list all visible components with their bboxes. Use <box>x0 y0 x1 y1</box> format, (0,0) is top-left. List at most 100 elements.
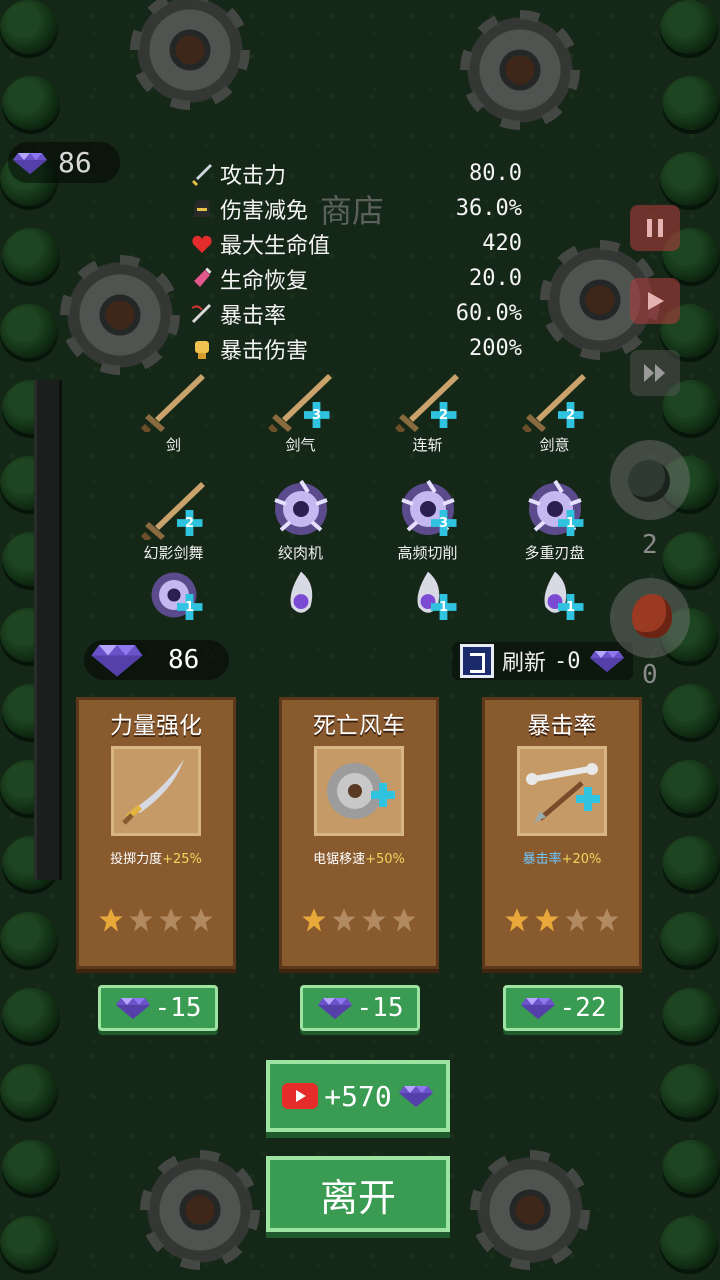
gem-icon <box>12 151 48 175</box>
purple-saw-icon: 1 <box>139 566 209 624</box>
purple-saw-icon: 3 <box>393 478 463 540</box>
meat-count: 0 <box>642 660 658 690</box>
star-rating <box>79 906 233 934</box>
skill-multi-blade[interactable]: 1 多重刃盘 <box>491 478 618 568</box>
skill-meat-grinder[interactable]: 绞肉机 <box>237 478 364 568</box>
sword-icon: 2 <box>139 478 209 543</box>
star-rating <box>485 906 639 934</box>
passive-orb[interactable] <box>237 566 364 628</box>
pause-button[interactable] <box>630 205 680 251</box>
passive-orb[interactable]: 1 <box>491 566 618 628</box>
top-gem-counter: 86 <box>8 142 120 183</box>
ad-reward-amount: +570 <box>324 1079 392 1113</box>
star-empty-icon <box>565 908 589 932</box>
card-title: 暴击率 <box>527 713 597 739</box>
upgrade-card-death-windmill[interactable]: 死亡风车 电锯移速+50% <box>279 697 439 969</box>
gem-icon <box>317 996 353 1020</box>
play-icon <box>648 292 664 310</box>
pause-icon <box>647 219 663 237</box>
skill-sword-qi[interactable]: 3 剑气 <box>237 370 364 460</box>
stat-row-crit-rate: 暴击率 60.0% <box>188 296 522 331</box>
buy-button-death-windmill[interactable]: -15 <box>300 985 420 1031</box>
gem-icon <box>520 996 556 1020</box>
orb-icon: 1 <box>520 566 590 624</box>
sword-icon: 2 <box>520 370 590 435</box>
stats-panel: 攻击力 80.0 伤害减免 36.0% 最大生命值 420 生命恢复 20.0 … <box>188 156 522 366</box>
orb-icon: 1 <box>393 566 463 624</box>
level-badge: 1 <box>431 594 457 620</box>
level-badge: 1 <box>558 594 584 620</box>
purple-saw-icon: 1 <box>520 478 590 540</box>
level-badge: 1 <box>177 594 203 620</box>
bomb-icon[interactable] <box>610 440 690 520</box>
leave-button[interactable]: 离开 <box>266 1156 450 1232</box>
refresh-icon <box>460 644 494 678</box>
card-title: 力量强化 <box>110 713 202 739</box>
top-gem-count: 86 <box>58 146 92 179</box>
bomb-count: 2 <box>642 530 658 560</box>
star-empty-icon <box>159 908 183 932</box>
fist-icon <box>188 335 216 363</box>
stat-row-max-hp: 最大生命值 420 <box>188 226 522 261</box>
passive-saw[interactable]: 1 <box>110 566 237 628</box>
star-filled-icon <box>505 908 529 932</box>
star-empty-icon <box>392 908 416 932</box>
orb-icon <box>266 566 336 624</box>
meat-icon[interactable] <box>610 578 690 658</box>
gem-icon <box>90 642 144 678</box>
skill-phantom-sword-dance[interactable]: 2 幻影剑舞 <box>110 478 237 568</box>
play-button[interactable] <box>630 278 680 324</box>
potion-icon <box>188 265 216 293</box>
refresh-label: 刷新 <box>502 651 547 676</box>
skill-combo-slash[interactable]: 2 连斩 <box>364 370 491 460</box>
level-badge: 3 <box>431 510 457 536</box>
gem-balance: 86 <box>84 640 230 680</box>
card-description: 电锯移速+50% <box>313 852 405 867</box>
skill-sword-will[interactable]: 2 剑意 <box>491 370 618 460</box>
owned-skills-grid: 剑 3 剑气 2 连斩 2 剑意 2 幻影剑舞 绞肉机 3 高频切削 1 多重刃… <box>110 370 620 568</box>
price-label: -15 <box>154 993 202 1023</box>
sword-icon <box>139 370 209 435</box>
level-badge: 1 <box>558 510 584 536</box>
sword-icon: 2 <box>393 370 463 435</box>
video-ad-icon <box>282 1083 319 1109</box>
stat-row-damage-reduction: 伤害减免 36.0% <box>188 191 522 226</box>
passive-skills-row: 1 1 1 <box>110 566 620 628</box>
star-empty-icon <box>129 908 153 932</box>
saw-item-icon <box>314 746 404 836</box>
refresh-cost: -0 <box>554 648 581 674</box>
gem-icon <box>398 1084 434 1108</box>
sword-icon <box>188 160 216 188</box>
fast-forward-button[interactable] <box>630 350 680 396</box>
gem-icon <box>589 649 625 673</box>
passive-orb[interactable]: 1 <box>364 566 491 628</box>
watch-ad-button[interactable]: +570 <box>266 1060 450 1132</box>
helmet-icon <box>188 195 216 223</box>
card-description: 投掷力度+25% <box>110 852 202 867</box>
buy-button-power[interactable]: -15 <box>98 985 218 1031</box>
heart-icon <box>188 230 216 258</box>
level-badge: 2 <box>431 402 457 428</box>
upgrade-card-crit-rate[interactable]: 暴击率 暴击率+20% <box>482 697 642 969</box>
arrow-item-icon <box>517 746 607 836</box>
star-empty-icon <box>189 908 213 932</box>
star-filled-icon <box>99 908 123 932</box>
level-badge: 3 <box>304 402 330 428</box>
sword-item-icon <box>111 746 201 836</box>
sword-icon: 3 <box>266 370 336 435</box>
skill-high-freq-cut[interactable]: 3 高频切削 <box>364 478 491 568</box>
star-rating <box>282 906 436 934</box>
upgrade-card-power[interactable]: 力量强化 投掷力度+25% <box>76 697 236 969</box>
star-empty-icon <box>362 908 386 932</box>
price-label: -22 <box>559 993 607 1023</box>
skill-sword[interactable]: 剑 <box>110 370 237 460</box>
stat-row-attack: 攻击力 80.0 <box>188 156 522 191</box>
star-filled-icon <box>535 908 559 932</box>
buy-button-crit-rate[interactable]: -22 <box>503 985 623 1031</box>
gem-count: 86 <box>168 645 200 675</box>
star-empty-icon <box>332 908 356 932</box>
leave-label: 离开 <box>319 1175 396 1220</box>
price-label: -15 <box>356 993 404 1023</box>
fast-forward-icon <box>644 364 665 382</box>
refresh-button[interactable]: 刷新 -0 <box>452 642 633 680</box>
